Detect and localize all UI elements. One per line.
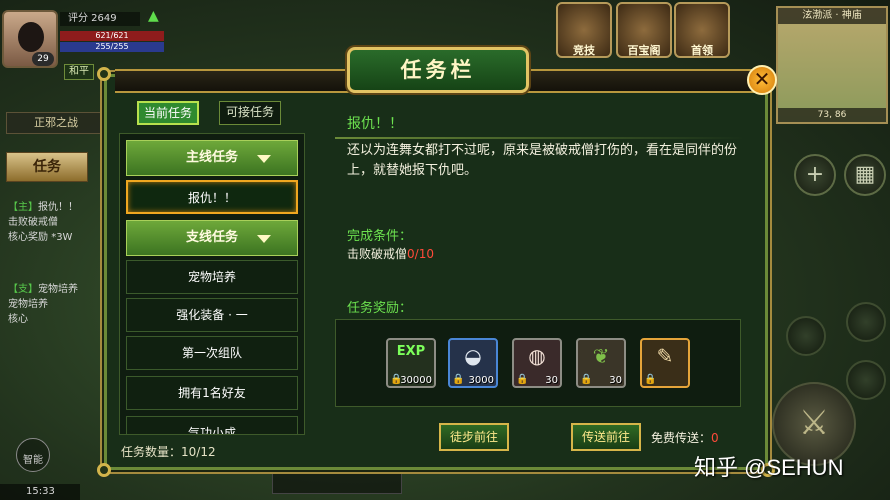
exp-icon: EXP	[396, 344, 426, 359]
reward-herb[interactable]: ❦ 🔒 30	[576, 338, 626, 388]
player-level: 29	[32, 52, 54, 66]
boss-button[interactable]: 首领	[674, 2, 730, 58]
pouch-icon: ◍	[528, 344, 546, 368]
quest-tag: 【支】	[8, 284, 38, 295]
skill-slot[interactable]	[846, 360, 886, 400]
quest-item[interactable]: 宠物培养	[126, 260, 298, 294]
quest-dialog: 任务栏 ✕ 当前任务 可接任务 主线任务 报仇！！ 支线任务 宠物培养 强化装备…	[97, 47, 777, 477]
category-label: 支线任务	[185, 230, 238, 245]
scroll-icon: ✎	[656, 344, 674, 368]
reward-label: 核心奖励	[8, 232, 48, 243]
up-arrow-icon: ▲	[148, 8, 159, 24]
divider	[335, 137, 745, 139]
watermark: 知乎 @SEHUN	[694, 455, 844, 480]
quest-item[interactable]: 第一次组队	[126, 336, 298, 370]
category-main-quests[interactable]: 主线任务	[126, 140, 298, 176]
quest-list-panel: 当前任务 可接任务 主线任务 报仇！！ 支线任务 宠物培养 强化装备 · 一 第…	[119, 99, 305, 461]
reward-pouch[interactable]: ◍ 🔒 30	[512, 338, 562, 388]
reward-count: *3W	[51, 232, 73, 243]
quest-name: 报仇！！	[38, 202, 78, 213]
close-icon[interactable]: ✕	[747, 65, 777, 95]
condition-objective: 击败破戒僧	[347, 247, 408, 261]
skill-slot[interactable]	[846, 302, 886, 342]
reward-panel: EXP 🔒 30000 ◒ 🔒 3000 ◍ 🔒 30 ❦ 🔒 30 ✎ 🔒	[335, 319, 741, 407]
condition-text: 击败破戒僧0/10	[347, 245, 434, 262]
minimap[interactable]: 泫渤派 · 神庙 73, 86	[776, 6, 888, 124]
tab-available-quests[interactable]: 可接任务	[219, 101, 281, 125]
faction-war-button[interactable]: 正邪之战	[6, 112, 106, 134]
corner-ornament	[97, 463, 111, 477]
minimap-coordinates: 73, 86	[778, 108, 886, 122]
reward-count: 30	[609, 375, 622, 386]
reward-count: 30000	[400, 375, 432, 386]
dialog-title: 任务栏	[347, 47, 529, 93]
auto-mode-button[interactable]: 智能	[16, 438, 50, 472]
category-label: 主线任务	[185, 150, 238, 165]
clock: 15:33	[0, 484, 80, 500]
free-teleport-info: 免费传送：0	[651, 429, 719, 446]
skill-slot[interactable]	[786, 316, 826, 356]
reward-count: 3000	[468, 375, 494, 386]
lock-icon: 🔒	[452, 374, 465, 385]
free-teleport-count: 0	[711, 431, 719, 445]
lock-icon: 🔒	[516, 374, 529, 385]
quest-tag: 【主】	[8, 202, 38, 213]
tracked-quest-side[interactable]: 【支】宠物培养 宠物培养 核心	[8, 280, 104, 325]
reward-label: 核心	[8, 314, 28, 325]
corner-ornament	[97, 67, 111, 81]
shop-button[interactable]: 百宝阁	[616, 2, 672, 58]
silver-ingot-icon: ◒	[464, 344, 482, 368]
quest-description: 还以为连舞女都打不过呢，原来是被破戒僧打伤的，看在是同伴的份上，就替她报下仇吧。	[347, 143, 738, 178]
quest-item[interactable]: 强化装备 · 一	[126, 298, 298, 332]
reward-scroll[interactable]: ✎ 🔒	[640, 338, 690, 388]
plus-icon[interactable]: +	[794, 154, 836, 196]
free-teleport-label: 免费传送：	[651, 431, 712, 445]
quest-title: 报仇！！	[347, 116, 403, 132]
pk-mode-button[interactable]: 和平	[64, 64, 94, 80]
quest-item[interactable]: 拥有1名好友	[126, 376, 298, 410]
reward-heading: 任务奖励：	[347, 301, 413, 316]
mp-bar: 255/255	[60, 42, 164, 52]
teleport-button[interactable]: 传送前往	[571, 423, 641, 451]
quest-objective: 击败破戒僧	[8, 217, 58, 228]
quest-item[interactable]: 气功小成	[126, 416, 298, 434]
quest-objective: 宠物培养	[8, 299, 48, 310]
reward-silver[interactable]: ◒ 🔒 3000	[448, 338, 498, 388]
arena-button[interactable]: 竞技	[556, 2, 612, 58]
minimap-title: 泫渤派 · 神庙	[778, 8, 886, 24]
quest-detail-panel: 报仇！！ 还以为连舞女都打不过呢，原来是被破戒僧打伤的，看在是同伴的份上，就替她…	[335, 99, 761, 465]
chevron-down-icon	[257, 155, 271, 163]
lock-icon: 🔒	[644, 374, 657, 385]
quest-name: 宠物培养	[38, 284, 78, 295]
walk-to-button[interactable]: 徒步前往	[439, 423, 509, 451]
category-side-quests[interactable]: 支线任务	[126, 220, 298, 256]
reward-count: 30	[545, 375, 558, 386]
chevron-down-icon	[257, 235, 271, 243]
condition-progress: 0/10	[407, 247, 434, 261]
tab-current-quests[interactable]: 当前任务	[137, 101, 199, 125]
herb-icon: ❦	[592, 344, 610, 368]
lock-icon: 🔒	[580, 374, 593, 385]
quest-tracker-tab[interactable]: 任务	[6, 152, 88, 182]
condition-heading: 完成条件：	[347, 229, 413, 244]
chat-bar[interactable]	[272, 468, 402, 494]
quest-count: 任务数量：10/12	[121, 445, 216, 459]
reward-exp[interactable]: EXP 🔒 30000	[386, 338, 436, 388]
tracked-quest-main[interactable]: 【主】报仇！！ 击败破戒僧 核心奖励 *3W	[8, 198, 104, 243]
quest-list[interactable]: 主线任务 报仇！！ 支线任务 宠物培养 强化装备 · 一 第一次组队 拥有1名好…	[119, 133, 305, 435]
hp-bar: 621/621	[60, 31, 164, 41]
power-score: 评分 2649	[60, 12, 140, 26]
menu-grid-icon[interactable]: ▦	[844, 154, 886, 196]
quest-item-selected[interactable]: 报仇！！	[126, 180, 298, 214]
